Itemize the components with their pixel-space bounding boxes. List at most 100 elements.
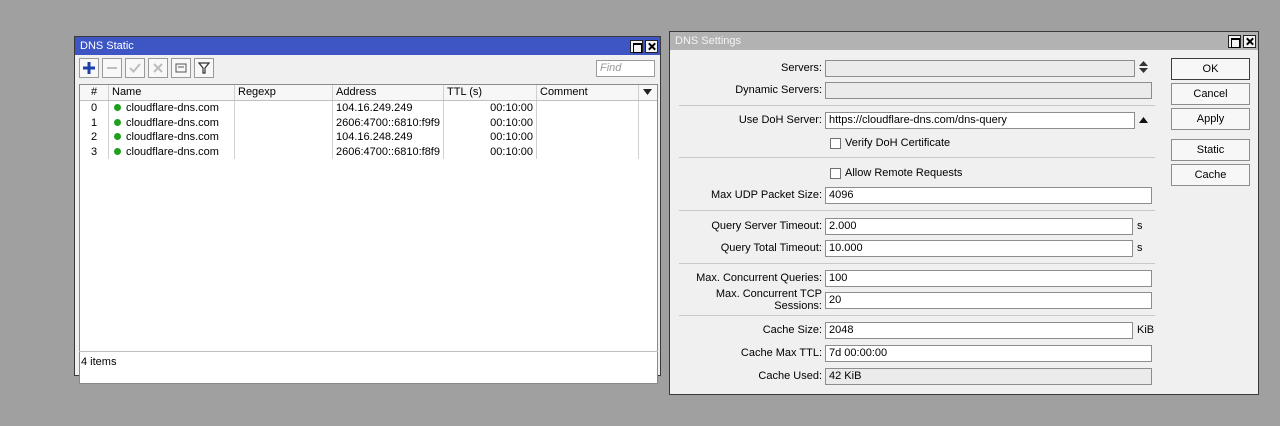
disable-button[interactable] [148, 58, 168, 78]
servers-updown-icon[interactable] [1135, 61, 1152, 75]
cell-ttl: 00:10:00 [444, 115, 537, 131]
cache-max-ttl-label: Cache Max TTL: [740, 347, 822, 359]
table-row[interactable]: 2 cloudflare-dns.com 104.16.248.249 00:10:0… [80, 130, 657, 145]
cell-name: cloudflare-dns.com [109, 101, 235, 116]
dns-settings-titlebar[interactable]: DNS Settings [670, 32, 1258, 50]
divider [679, 210, 1155, 211]
cell-name: cloudflare-dns.com [109, 144, 235, 160]
max-tcp-sessions-label: Max. Concurrent TCP Sessions: [715, 288, 822, 312]
table-row[interactable]: 1 cloudflare-dns.com 2606:4700::6810:f9f9 0… [80, 115, 657, 131]
cache-used-field: 42 KiB [825, 367, 1152, 385]
max-udp-input[interactable]: 4096 [825, 186, 1152, 204]
allow-remote-checkbox[interactable] [830, 167, 841, 179]
filter-button[interactable] [194, 58, 214, 78]
status-dot-icon [114, 118, 121, 126]
toolbar: Find [75, 55, 660, 81]
query-server-timeout-label: Query Server Timeout: [711, 220, 822, 232]
close-icon[interactable] [1243, 34, 1256, 48]
minus-icon [107, 67, 117, 69]
cell-comment [537, 130, 639, 145]
column-menu-button[interactable] [639, 85, 657, 100]
remove-button[interactable] [102, 58, 122, 78]
column-header[interactable]: Name [109, 85, 235, 100]
comment-button[interactable] [171, 58, 191, 78]
cache-size-label: Cache Size: [762, 324, 822, 336]
close-icon[interactable] [645, 39, 658, 53]
dns-static-table: # Name Regexp Address TTL (s) Comment 0 c… [79, 84, 658, 384]
query-server-timeout-input[interactable]: 2.000 [825, 217, 1133, 235]
cell-comment [537, 144, 639, 160]
dns-static-titlebar[interactable]: DNS Static [75, 37, 660, 55]
maximize-icon[interactable] [630, 39, 643, 53]
window-title: DNS Static [80, 40, 134, 52]
max-concurrent-queries-label: Max. Concurrent Queries: [696, 272, 822, 284]
max-concurrent-queries-input[interactable]: 100 [825, 269, 1152, 287]
status-dot-icon [114, 147, 121, 155]
plus-icon [83, 62, 95, 74]
cell-comment [537, 115, 639, 131]
allow-remote-label: Allow Remote Requests [845, 167, 963, 179]
divider [679, 157, 1155, 158]
enable-button[interactable] [125, 58, 145, 78]
add-button[interactable] [79, 58, 99, 78]
max-tcp-sessions-input[interactable]: 20 [825, 291, 1152, 309]
divider [679, 263, 1155, 264]
chevron-down-icon [643, 89, 652, 95]
cell-address: 2606:4700::6810:f9f9 [333, 115, 444, 131]
query-total-timeout-input[interactable]: 10.000 [825, 239, 1133, 257]
query-total-timeout-label: Query Total Timeout: [720, 242, 822, 254]
cell-num: 0 [80, 101, 109, 116]
cell-ttl: 00:10:00 [444, 144, 537, 160]
cell-address: 2606:4700::6810:f8f9 [333, 144, 444, 160]
divider [679, 105, 1155, 106]
cell-spacer [639, 130, 657, 145]
maximize-icon[interactable] [1228, 34, 1241, 48]
column-header[interactable]: Regexp [235, 85, 333, 100]
apply-button[interactable]: Apply [1171, 108, 1250, 130]
cell-regexp [235, 115, 333, 131]
column-header[interactable]: TTL (s) [444, 85, 537, 100]
unit-label: s [1137, 242, 1143, 254]
find-input[interactable]: Find [596, 59, 655, 77]
status-dot-icon [114, 104, 121, 111]
table-row[interactable]: 0 cloudflare-dns.com 104.16.249.249 00:10:0… [80, 101, 657, 116]
cell-regexp [235, 130, 333, 145]
cell-regexp [235, 144, 333, 160]
dns-static-window: DNS Static Find # Name Regexp Address TT… [74, 36, 661, 384]
status-dot-icon [114, 133, 121, 141]
static-button[interactable]: Static [1171, 139, 1250, 161]
column-header[interactable]: Address [333, 85, 444, 100]
cancel-button[interactable]: Cancel [1171, 83, 1250, 105]
table-row[interactable]: 3 cloudflare-dns.com 2606:4700::6810:f8f9 0… [80, 144, 657, 160]
ok-button[interactable]: OK [1171, 58, 1250, 80]
cell-regexp [235, 101, 333, 116]
filter-icon [198, 62, 210, 74]
verify-doh-checkbox[interactable] [830, 137, 841, 149]
doh-server-input[interactable]: https://cloudflare-dns.com/dns-query [825, 111, 1135, 129]
cell-comment [537, 101, 639, 116]
cell-ttl: 00:10:00 [444, 130, 537, 145]
cell-ttl: 00:10:00 [444, 101, 537, 116]
dynamic-servers-field [825, 81, 1152, 99]
dynamic-servers-label: Dynamic Servers: [735, 84, 822, 96]
cell-spacer [639, 116, 657, 131]
name-text: cloudflare-dns.com [126, 145, 219, 158]
comment-icon [175, 63, 187, 73]
verify-doh-label: Verify DoH Certificate [845, 137, 951, 149]
cell-name: cloudflare-dns.com [109, 115, 235, 131]
column-header[interactable]: Comment [537, 85, 639, 100]
status-bar: 4 items [79, 351, 658, 371]
doh-server-label: Use DoH Server: [738, 114, 822, 126]
doh-dropdown-icon[interactable] [1135, 115, 1152, 125]
cell-address: 104.16.249.249 [333, 101, 444, 116]
cell-spacer [639, 145, 657, 160]
cell-spacer [639, 101, 657, 116]
cache-max-ttl-input[interactable]: 7d 00:00:00 [825, 344, 1152, 362]
cache-size-input[interactable]: 2048 [825, 321, 1133, 339]
column-header[interactable]: # [80, 85, 109, 100]
servers-field[interactable] [825, 59, 1135, 77]
dns-settings-window: DNS Settings Servers: Dynamic Servers: U… [669, 31, 1259, 395]
name-text: cloudflare-dns.com [126, 102, 219, 114]
max-udp-label: Max UDP Packet Size: [710, 189, 822, 201]
cache-button[interactable]: Cache [1171, 164, 1250, 186]
